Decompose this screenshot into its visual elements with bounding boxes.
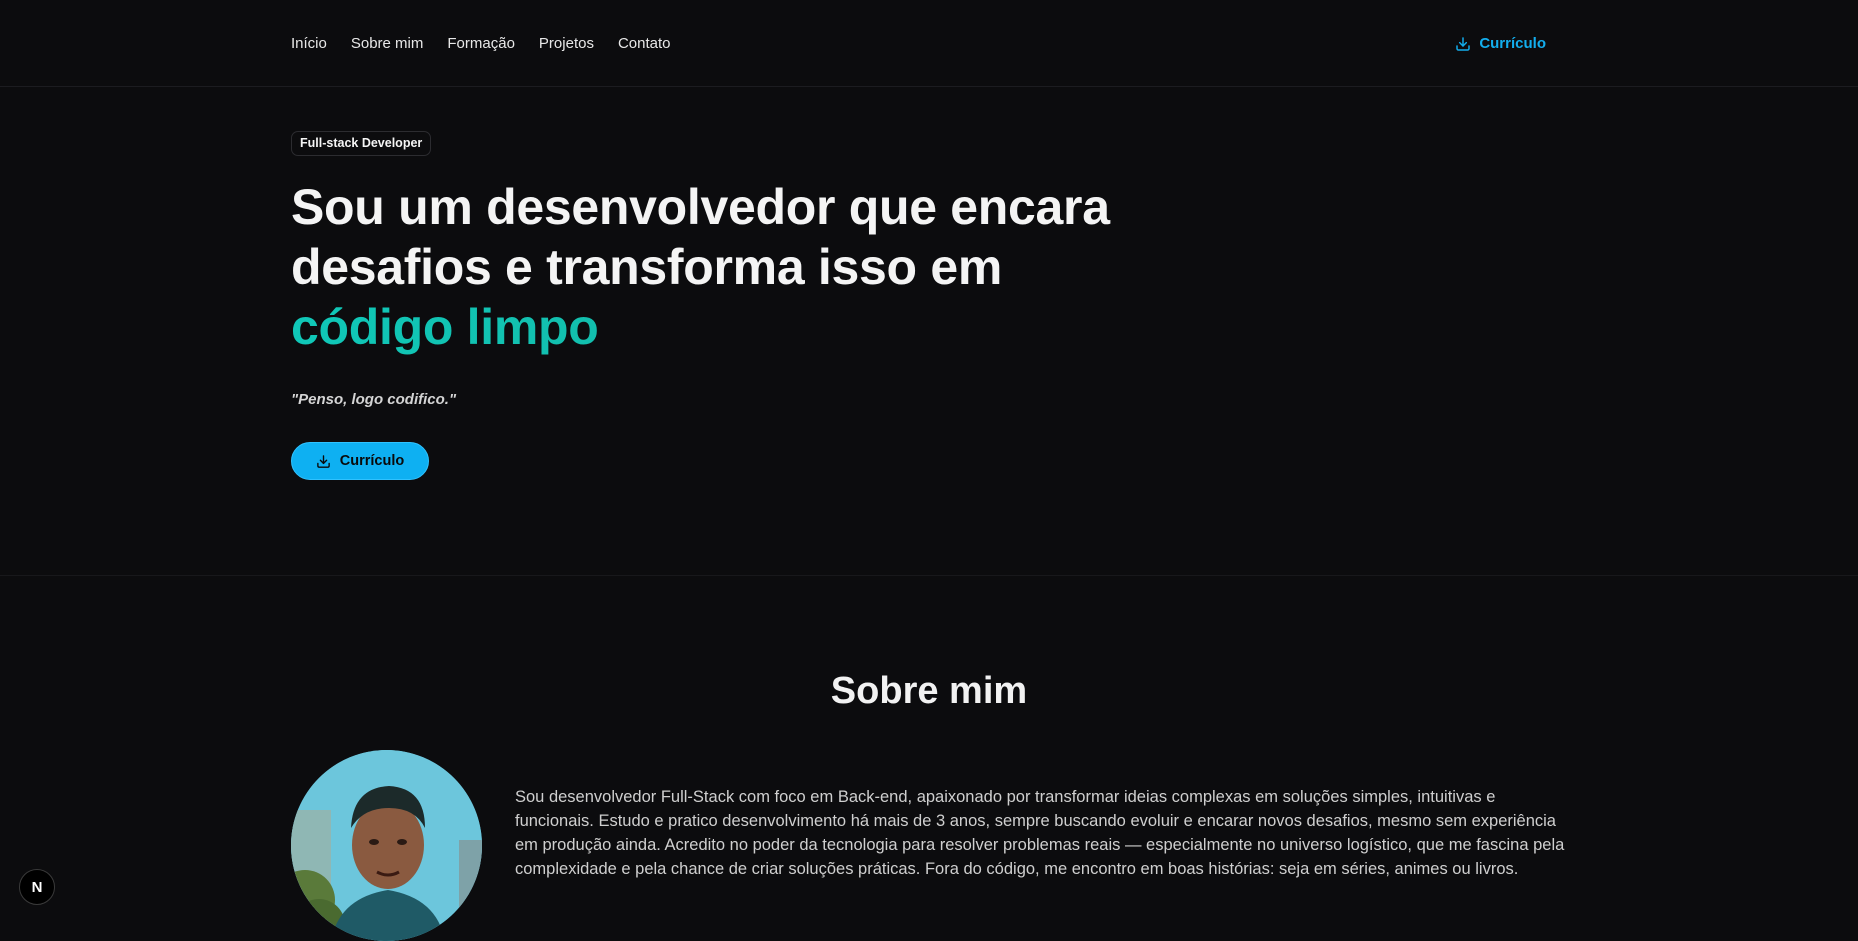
role-badge: Full-stack Developer (291, 131, 432, 156)
headline-line-2: desafios e transforma isso em (291, 239, 1003, 295)
nav-links: Início Sobre mim Formação Projetos Conta… (291, 34, 671, 54)
hero-curriculo-label: Currículo (339, 453, 405, 469)
hero-curriculo-button[interactable]: Currículo (291, 442, 429, 480)
top-navbar: Início Sobre mim Formação Projetos Conta… (0, 0, 1858, 87)
nav-link-inicio[interactable]: Início (291, 34, 327, 54)
nav-curriculo-button[interactable]: Currículo (1455, 34, 1546, 54)
download-icon (316, 454, 330, 468)
hero-quote: "Penso, logo codifico." (291, 391, 457, 408)
nav-link-projetos[interactable]: Projetos (539, 34, 594, 54)
dev-indicator-button[interactable]: N (19, 869, 55, 905)
profile-photo-illustration (291, 750, 482, 941)
profile-photo (291, 750, 482, 941)
hero-section: Full-stack Developer Sou um desenvolvedo… (0, 88, 1858, 576)
download-icon (1456, 37, 1471, 51)
nav-link-contato[interactable]: Contato (618, 34, 671, 54)
nav-curriculo-label: Currículo (1479, 35, 1546, 52)
headline-accent: código limpo (291, 297, 1191, 357)
dev-indicator-label: N (31, 878, 43, 896)
hero-headline: Sou um desenvolvedor que encara desafios… (291, 177, 1191, 357)
nav-link-formacao[interactable]: Formação (447, 34, 515, 54)
about-title: Sobre mim (830, 670, 1028, 712)
headline-line-1: Sou um desenvolvedor que encara (291, 179, 1110, 235)
about-text: Sou desenvolvedor Full-Stack com foco em… (515, 788, 1565, 878)
nav-link-sobre-mim[interactable]: Sobre mim (351, 34, 424, 54)
